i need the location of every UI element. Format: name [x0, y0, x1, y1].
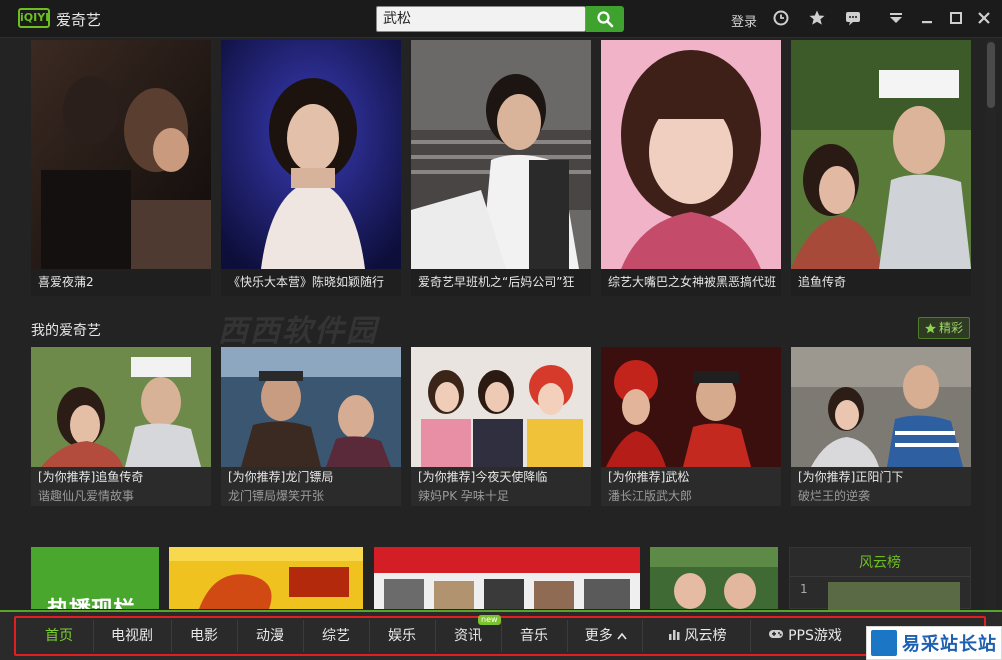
nav-music[interactable]: 音乐	[506, 626, 562, 646]
site-logo-text: 易采站长站	[902, 634, 997, 655]
close-icon[interactable]	[975, 9, 993, 27]
divider	[303, 620, 304, 652]
history-icon[interactable]	[772, 9, 790, 27]
message-icon[interactable]	[844, 9, 862, 27]
divider	[501, 620, 502, 652]
site-logo-icon	[871, 630, 897, 656]
search-button[interactable]	[586, 6, 624, 32]
recommend-card[interactable]: [为你推荐]今夜天使降临 辣妈PK 孕味十足	[411, 347, 591, 506]
site-watermark-logo: 易采站长站	[866, 626, 1002, 660]
poster-image	[791, 40, 971, 269]
hot-column-tile[interactable]: 热播现栏	[31, 547, 159, 609]
poster-caption: 追鱼传奇	[791, 269, 971, 296]
gamepad-icon	[768, 626, 784, 646]
recommend-subtitle: 潘长江版武大郎	[608, 489, 693, 503]
divider	[369, 620, 370, 652]
poster-card[interactable]: 爱奇艺早班机之“后妈公司”狂	[411, 40, 591, 296]
nav-rankings[interactable]: 风云榜	[660, 626, 734, 646]
poster-card[interactable]: 《快乐大本营》陈晓如颖随行	[221, 40, 401, 296]
poster-image	[601, 40, 781, 269]
new-badge: new	[478, 615, 501, 625]
poster-caption: 喜爱夜蒲2	[31, 269, 211, 296]
app-name: 爱奇艺	[56, 11, 102, 29]
scrollbar-thumb[interactable]	[987, 42, 995, 108]
rank-panel: 风云榜 1	[789, 547, 971, 610]
search-input[interactable]: 武松	[376, 6, 586, 32]
poster-image	[31, 40, 211, 269]
divider	[567, 620, 568, 652]
nav-more-label: 更多	[584, 628, 613, 644]
poster-caption: 《快乐大本营》陈晓如颖随行	[221, 269, 401, 296]
scrollbar-track[interactable]	[986, 40, 996, 612]
title-bar: iQIYI 爱奇艺 武松 登录	[0, 0, 1002, 38]
recommend-image	[791, 347, 971, 467]
divider	[750, 620, 751, 652]
rank-panel-title[interactable]: 风云榜	[790, 552, 970, 572]
watermark-text: 西西软件园	[218, 314, 378, 349]
iqiyi-client-window: iQIYI 爱奇艺 武松 登录 喜爱夜蒲2 《快乐大本营》陈晓如颖随行 爱奇艺早…	[0, 0, 1002, 660]
divider	[93, 620, 94, 652]
recommend-image	[601, 347, 781, 467]
poster-caption: 爱奇艺早班机之“后妈公司”狂	[411, 269, 591, 296]
nav-pps-games[interactable]: PPS游戏	[764, 626, 846, 646]
recommend-title: [为你推荐]正阳门下	[791, 467, 971, 487]
nav-more[interactable]: 更多	[576, 626, 636, 646]
menu-dropdown-icon[interactable]	[887, 9, 905, 27]
nav-tv-series[interactable]: 电视剧	[100, 626, 164, 646]
poster-card[interactable]: 综艺大嘴巴之女神被黑恶搞代班	[601, 40, 781, 296]
recommend-card[interactable]: [为你推荐]正阳门下 破烂王的逆袭	[791, 347, 971, 506]
iqiyi-logo[interactable]: iQIYI	[18, 8, 50, 28]
featured-button-label: 精彩	[939, 321, 964, 335]
recommend-title: [为你推荐]今夜天使降临	[411, 467, 591, 487]
rank-item-thumbnail[interactable]	[828, 582, 960, 610]
recommend-card[interactable]: [为你推荐]武松 潘长江版武大郎	[601, 347, 781, 506]
minimize-icon[interactable]	[918, 9, 936, 27]
nav-entertainment[interactable]: 娱乐	[374, 626, 430, 646]
recommend-image	[221, 347, 401, 467]
chevron-up-icon	[617, 626, 627, 646]
recommend-title: [为你推荐]龙门镖局	[221, 467, 401, 487]
my-iqiyi-section-title: 我的爱奇艺	[31, 323, 101, 339]
divider	[790, 576, 970, 577]
nav-movies[interactable]: 电影	[176, 626, 232, 646]
nav-rankings-label: 风云榜	[684, 628, 727, 644]
search-icon	[597, 11, 614, 28]
nav-news[interactable]: 资讯	[440, 626, 496, 646]
divider	[237, 620, 238, 652]
poster-card[interactable]: 追鱼传奇	[791, 40, 971, 296]
promo-banner[interactable]	[650, 547, 778, 609]
favorite-star-icon[interactable]	[808, 9, 826, 27]
recommend-subtitle: 龙门镖局爆笑开张	[228, 489, 325, 503]
recommend-subtitle: 破烂王的逆袭	[798, 489, 871, 503]
star-icon	[924, 321, 937, 341]
hot-column-label: 热播现栏	[47, 592, 135, 609]
login-link[interactable]: 登录	[731, 11, 757, 30]
poster-card[interactable]: 喜爱夜蒲2	[31, 40, 211, 296]
divider	[171, 620, 172, 652]
nav-anime[interactable]: 动漫	[242, 626, 298, 646]
bar-chart-icon	[668, 626, 681, 646]
poster-caption: 综艺大嘴巴之女神被黑恶搞代班	[601, 269, 781, 296]
poster-image	[411, 40, 591, 269]
divider	[642, 620, 643, 652]
promo-banner[interactable]	[374, 547, 640, 609]
maximize-icon[interactable]	[947, 9, 965, 27]
recommend-image	[31, 347, 211, 467]
recommend-subtitle: 辣妈PK 孕味十足	[418, 489, 509, 503]
nav-variety[interactable]: 综艺	[308, 626, 364, 646]
recommend-card[interactable]: [为你推荐]追鱼传奇 谐趣仙凡爱情故事	[31, 347, 211, 506]
promo-banner[interactable]	[169, 547, 363, 609]
recommend-title: [为你推荐]追鱼传奇	[31, 467, 211, 487]
recommend-title: [为你推荐]武松	[601, 467, 781, 487]
nav-home[interactable]: 首页	[30, 626, 88, 646]
nav-pps-games-label: PPS游戏	[788, 628, 842, 644]
poster-image	[221, 40, 401, 269]
recommend-card[interactable]: [为你推荐]龙门镖局 龙门镖局爆笑开张	[221, 347, 401, 506]
divider	[435, 620, 436, 652]
featured-button[interactable]: 精彩	[918, 317, 970, 339]
recommend-image	[411, 347, 591, 467]
recommend-subtitle: 谐趣仙凡爱情故事	[38, 489, 135, 503]
rank-number: 1	[800, 582, 808, 596]
